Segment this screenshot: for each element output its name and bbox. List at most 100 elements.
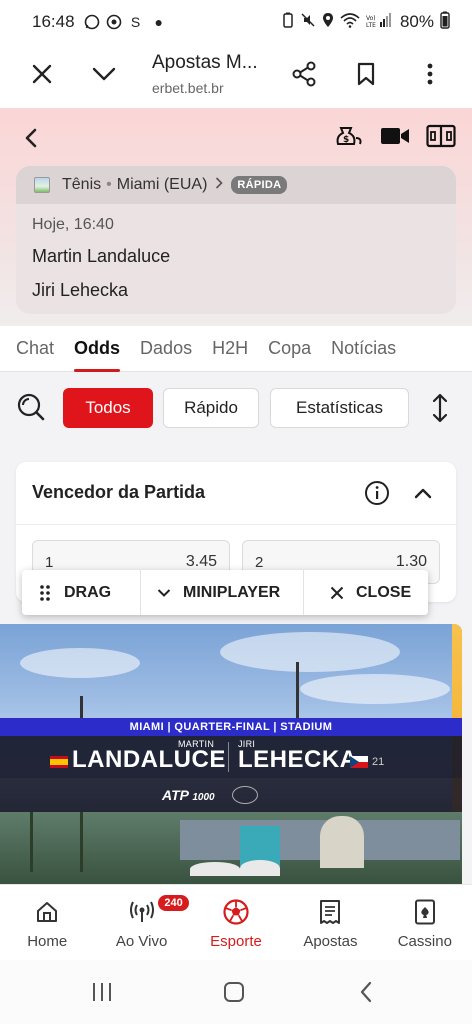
video-scoreboard: MARTIN LANDALUCE JIRI LEHECKA 21	[0, 736, 462, 778]
atp-tier: 1000	[192, 792, 215, 803]
breadcrumb-separator: •	[106, 176, 112, 193]
page-url: erbet.bet.br	[152, 80, 224, 96]
chevron-up-icon	[412, 488, 434, 508]
back-button[interactable]	[18, 124, 46, 152]
battery-saver-icon	[282, 12, 294, 32]
video-button[interactable]	[380, 124, 410, 152]
svg-text:LTE: LTE	[366, 22, 376, 28]
filter-todos[interactable]: Todos	[63, 388, 153, 428]
tab-dados[interactable]: Dados	[140, 326, 192, 372]
collapse-market-button[interactable]	[412, 482, 434, 504]
nav-casino[interactable]: Cassino	[378, 885, 472, 960]
tournament-flag-icon	[34, 177, 50, 193]
palm-trunk	[80, 812, 83, 872]
nav-casino-label: Cassino	[397, 933, 452, 950]
breadcrumb-tournament: Miami (EUA)	[116, 176, 208, 193]
system-back-button[interactable]	[352, 980, 380, 1008]
cashout-button[interactable]: $	[334, 124, 364, 152]
miniplayer-controls: DRAG MINIPLAYER CLOSE	[22, 570, 428, 615]
tab-odds[interactable]: Odds	[74, 326, 121, 372]
tab-chat[interactable]: Chat	[16, 326, 54, 372]
nav-live[interactable]: 240 Ao Vivo	[94, 885, 189, 960]
recent-apps-button[interactable]	[88, 980, 116, 1008]
browser-title-block[interactable]: Apostas M... erbet.bet.br	[152, 52, 282, 96]
whatsapp-icon	[83, 13, 101, 31]
filter-estatisticas[interactable]: Estatísticas	[270, 388, 409, 428]
miniplayer-button[interactable]: MINIPLAYER	[141, 570, 303, 615]
czech-flag-icon	[350, 756, 368, 768]
video-cloud	[300, 674, 450, 704]
odd-value: 3.45	[185, 553, 217, 570]
speed-badge: RÁPIDA	[231, 176, 288, 194]
video-camera-icon	[380, 125, 410, 152]
tent	[240, 860, 280, 876]
chrome-icon	[105, 13, 123, 31]
home-square-icon	[222, 980, 246, 1009]
market-filters: Todos Rápido Estatísticas	[0, 372, 472, 444]
market-title: Vencedor da Partida	[32, 482, 206, 502]
close-label: CLOSE	[356, 583, 412, 601]
chevron-left-icon	[358, 980, 374, 1009]
nav-bets[interactable]: Apostas	[283, 885, 377, 960]
share-button[interactable]	[284, 56, 324, 96]
market-info-button[interactable]	[364, 480, 390, 506]
search-icon	[16, 393, 46, 426]
tab-copa[interactable]: Copa	[268, 326, 311, 372]
scoreboard-button[interactable]	[426, 124, 456, 152]
system-navigation	[0, 960, 472, 1024]
nav-bets-label: Apostas	[303, 933, 358, 950]
video-cloud	[20, 648, 140, 678]
sort-button[interactable]	[426, 392, 454, 424]
tournament-logo-icon	[232, 786, 258, 804]
miniplayer-label: MINIPLAYER	[183, 583, 281, 601]
more-options-button[interactable]	[410, 56, 450, 96]
close-video-button[interactable]: CLOSE	[304, 570, 428, 615]
page-title: Apostas M...	[152, 52, 258, 73]
light-pole	[296, 662, 299, 718]
p2-seed: 21	[372, 756, 385, 768]
odd-label: 2	[255, 554, 264, 571]
bet-slip-icon	[317, 899, 343, 925]
filter-rapido[interactable]: Rápido	[163, 388, 259, 428]
s-app-icon: S	[130, 14, 141, 30]
search-markets-button[interactable]	[16, 392, 46, 422]
nav-sport[interactable]: Esporte	[189, 885, 283, 960]
breadcrumb-sport: Tênis	[62, 176, 102, 193]
svg-text:$: $	[343, 135, 349, 145]
soccer-ball-icon	[223, 899, 249, 925]
bookmark-button[interactable]	[346, 56, 386, 96]
close-icon	[328, 584, 346, 602]
breadcrumb[interactable]: Tênis • Miami (EUA) RÁPIDA	[16, 166, 456, 204]
status-bar: 16:48 S ● Vo) LTE 80%	[0, 0, 472, 44]
money-bag-icon: $	[334, 124, 364, 153]
battery-percent: 80%	[399, 12, 434, 31]
status-right: Vo) LTE 80%	[282, 11, 450, 33]
status-time: 16:48	[32, 12, 75, 31]
notification-dot-icon: ●	[154, 14, 164, 30]
video-banner: MIAMI | QUARTER-FINAL | STADIUM	[0, 718, 462, 736]
info-icon	[364, 481, 390, 510]
tab-noticias[interactable]: Notícias	[331, 326, 396, 372]
video-cloud	[220, 632, 400, 672]
location-icon	[322, 12, 334, 32]
drag-label: DRAG	[64, 583, 112, 601]
recent-apps-icon	[90, 981, 114, 1008]
odd-label: 1	[45, 554, 54, 571]
nav-home[interactable]: Home	[0, 885, 94, 960]
video-player[interactable]: MIAMI | QUARTER-FINAL | STADIUM MARTIN L…	[0, 624, 462, 884]
drag-handle[interactable]: DRAG	[22, 570, 140, 615]
collapse-button[interactable]	[84, 56, 124, 96]
tab-h2h[interactable]: H2H	[212, 326, 248, 372]
mute-icon	[300, 12, 316, 32]
close-icon	[31, 63, 53, 90]
home-system-button[interactable]	[220, 980, 248, 1008]
playing-card-icon	[412, 899, 438, 925]
atp-logo-text: ATP	[162, 787, 189, 803]
atp-logo: ATP 1000	[162, 787, 215, 803]
sort-arrows-icon	[426, 393, 454, 428]
spain-flag-icon	[50, 756, 68, 768]
live-count-badge: 240	[158, 895, 189, 911]
close-tab-button[interactable]	[22, 56, 62, 96]
broadcast-icon	[129, 899, 155, 925]
wifi-icon	[340, 12, 360, 32]
